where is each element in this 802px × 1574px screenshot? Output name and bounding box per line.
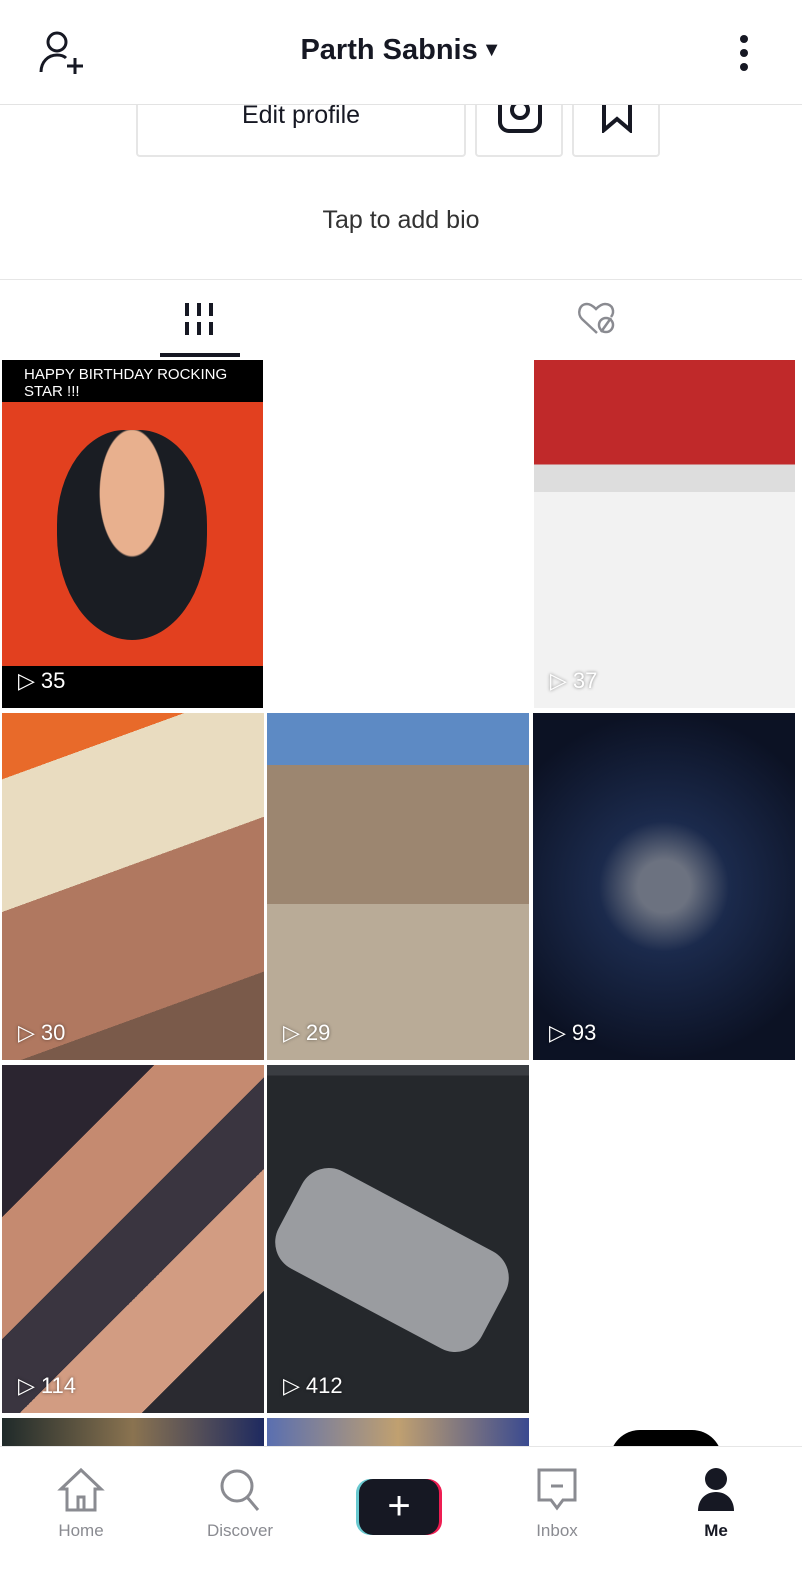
edit-profile-label: Edit profile: [241, 101, 361, 129]
video-thumbnail[interactable]: ▷ 30: [2, 713, 264, 1060]
account-switcher[interactable]: Parth Sabnis ▼: [0, 34, 802, 67]
view-count: ▷ 412: [283, 1373, 343, 1398]
nav-discover[interactable]: Discover: [180, 1467, 300, 1541]
tab-liked-private[interactable]: [401, 295, 802, 355]
inbox-icon: [537, 1468, 577, 1511]
view-count: ▷ 29: [283, 1020, 331, 1045]
caret-down-icon: ▼: [481, 39, 502, 61]
play-icon: ▷: [18, 1020, 35, 1045]
play-icon: ▷: [549, 1020, 566, 1045]
play-icon: ▷: [18, 1373, 35, 1398]
video-thumbnail[interactable]: [267, 1418, 529, 1448]
video-thumbnail[interactable]: ▷ 93: [533, 713, 795, 1060]
view-count: ▷ 30: [18, 1020, 66, 1045]
hidden-heart-icon: [578, 302, 615, 334]
search-icon: [220, 1469, 260, 1511]
view-count: ▷ 114: [18, 1373, 76, 1398]
nav-me[interactable]: Me: [656, 1467, 776, 1541]
plus-icon: +: [359, 1479, 439, 1535]
grid-icon: [185, 303, 213, 335]
video-thumbnail[interactable]: [2, 1418, 264, 1448]
top-bar: Parth Sabnis ▼: [0, 0, 802, 105]
video-thumbnail[interactable]: ▷ 114: [2, 1065, 264, 1413]
thumbnail-art: [57, 430, 207, 640]
video-thumbnail[interactable]: HAPPY BIRTHDAY ROCKING STAR !!! ▷ 35: [2, 360, 263, 708]
more-options-icon[interactable]: [738, 34, 750, 74]
profile-icon: [698, 1468, 734, 1511]
divider: [0, 279, 802, 280]
nav-home[interactable]: Home: [21, 1467, 141, 1541]
home-icon: [57, 1467, 105, 1512]
nav-inbox[interactable]: Inbox: [497, 1467, 617, 1541]
video-thumbnail[interactable]: ▷ 412: [267, 1065, 529, 1413]
view-count: ▷ 37: [550, 668, 598, 693]
thumbnail-caption: HAPPY BIRTHDAY ROCKING STAR !!!: [2, 360, 263, 402]
play-icon: ▷: [18, 668, 35, 693]
view-count: ▷ 35: [18, 668, 66, 693]
add-bio-link[interactable]: Tap to add bio: [0, 206, 802, 235]
thumbnail-art: [267, 1157, 520, 1363]
play-icon: ▷: [283, 1020, 300, 1045]
active-tab-indicator: [160, 353, 240, 357]
view-count: ▷ 93: [549, 1020, 597, 1045]
play-icon: ▷: [550, 668, 567, 693]
username: Parth Sabnis: [300, 34, 478, 66]
create-video-button[interactable]: +: [356, 1479, 442, 1535]
play-icon: ▷: [283, 1373, 300, 1398]
bottom-navigation: Home Discover + Inbox Me: [0, 1446, 802, 1574]
video-thumbnail[interactable]: ▷ 37: [534, 360, 795, 708]
video-thumbnail[interactable]: ▷ 29: [267, 713, 529, 1060]
tab-videos[interactable]: [0, 295, 401, 355]
